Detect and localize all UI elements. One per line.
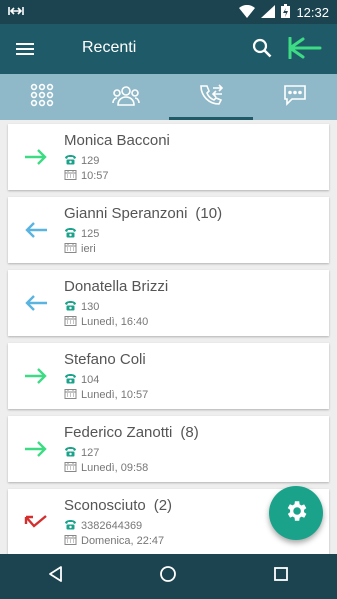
contact-name-text: Donatella Brizzi [64,278,169,295]
call-list-item[interactable]: Stefano Coli 104 Lunedì, 10:57 [8,343,329,409]
contact-name: Stefano Coli [64,351,154,368]
recents-button[interactable] [261,557,301,597]
tab-bar [0,74,337,120]
call-date: ieri [81,243,96,255]
outgoing-call-icon [22,365,50,387]
search-icon[interactable] [250,36,274,60]
page-title: Recenti [82,39,137,56]
call-list-item[interactable]: Donatella Brizzi 130 Lunedì, 16:40 [8,270,329,336]
phone-line: 129 [64,154,99,168]
phone-icon [64,300,77,314]
phone-line: 104 [64,373,99,387]
overview-icon [273,566,289,587]
status-time: 12:32 [296,5,329,20]
date-line: Lunedì, 10:57 [64,388,148,402]
date-line: 10:57 [64,169,109,183]
contact-name-text: Sconosciuto [64,497,146,514]
date-line: ieri [64,242,96,256]
phone-number: 130 [81,301,100,313]
brand-logo [287,36,323,60]
call-date: Domenica, 22:47 [81,535,165,547]
status-bar: 12:32 [0,0,337,24]
date-line: Lunedì, 16:40 [64,315,148,329]
outgoing-call-icon [22,438,50,460]
missed-call-icon [22,511,50,533]
system-nav-bar [0,554,337,599]
incoming-call-icon [22,292,50,314]
date-line: Lunedì, 09:58 [64,461,148,475]
phone-number: 125 [81,228,100,240]
phone-number: 104 [81,374,100,386]
contact-name: Federico Zanotti (8) [64,424,199,441]
call-count: (10) [195,205,223,222]
contact-name: Gianni Speranzoni (10) [64,205,222,222]
calendar-icon [64,461,77,475]
signal-icon [261,4,276,21]
phone-icon [64,373,77,387]
tab-dialpad[interactable] [0,74,84,120]
tab-messages[interactable] [253,74,337,120]
gear-icon [283,498,309,529]
contact-name: Monica Bacconi [64,132,178,149]
phone-icon [64,227,77,241]
calendar-icon [64,534,77,548]
call-date: Lunedì, 16:40 [81,316,149,328]
phone-number: 3382644369 [81,520,143,532]
contact-name-text: Stefano Coli [64,351,146,368]
app-bar: Recenti [0,24,337,74]
call-date: Lunedì, 10:57 [81,389,149,401]
keyboard-switch-icon [8,5,24,20]
phone-line: 125 [64,227,99,241]
contacts-icon [112,84,141,111]
call-date: 10:57 [81,170,109,182]
contact-name: Sconosciuto (2) [64,497,172,514]
dialpad-icon [30,83,54,112]
calendar-icon [64,169,77,183]
home-icon [159,565,177,588]
incoming-call-icon [22,219,50,241]
call-count: (8) [180,424,199,441]
battery-icon [281,4,291,21]
phone-icon [64,446,77,460]
call-list-item[interactable]: Monica Bacconi 129 10:57 [8,124,329,190]
call-count: (2) [153,497,173,514]
chat-icon [283,84,307,111]
calendar-icon [64,242,77,256]
wifi-icon [239,4,256,21]
phone-line: 127 [64,446,99,460]
contact-name-text: Monica Bacconi [64,132,170,149]
phone-line: 130 [64,300,99,314]
contact-name: Donatella Brizzi [64,278,176,295]
contact-name-text: Federico Zanotti [64,424,173,441]
date-line: Domenica, 22:47 [64,534,164,548]
phone-icon [64,154,77,168]
tab-contacts[interactable] [84,74,168,120]
outgoing-call-icon [22,146,50,168]
back-icon [47,565,65,588]
menu-icon[interactable] [14,38,36,60]
phone-line: 3382644369 [64,519,142,533]
recent-calls-icon [198,83,224,112]
calendar-icon [64,315,77,329]
contact-name-text: Gianni Speranzoni [64,205,188,222]
call-list-item[interactable]: Federico Zanotti (8) 127 Lunedì, 09:58 [8,416,329,482]
home-button[interactable] [148,557,188,597]
call-date: Lunedì, 09:58 [81,462,149,474]
phone-number: 127 [81,447,100,459]
settings-fab[interactable] [269,486,323,540]
back-button[interactable] [36,557,76,597]
call-list-item[interactable]: Gianni Speranzoni (10) 125 ieri [8,197,329,263]
phone-icon [64,519,77,533]
phone-number: 129 [81,155,100,167]
calendar-icon [64,388,77,402]
tab-recent-calls[interactable] [168,74,254,120]
